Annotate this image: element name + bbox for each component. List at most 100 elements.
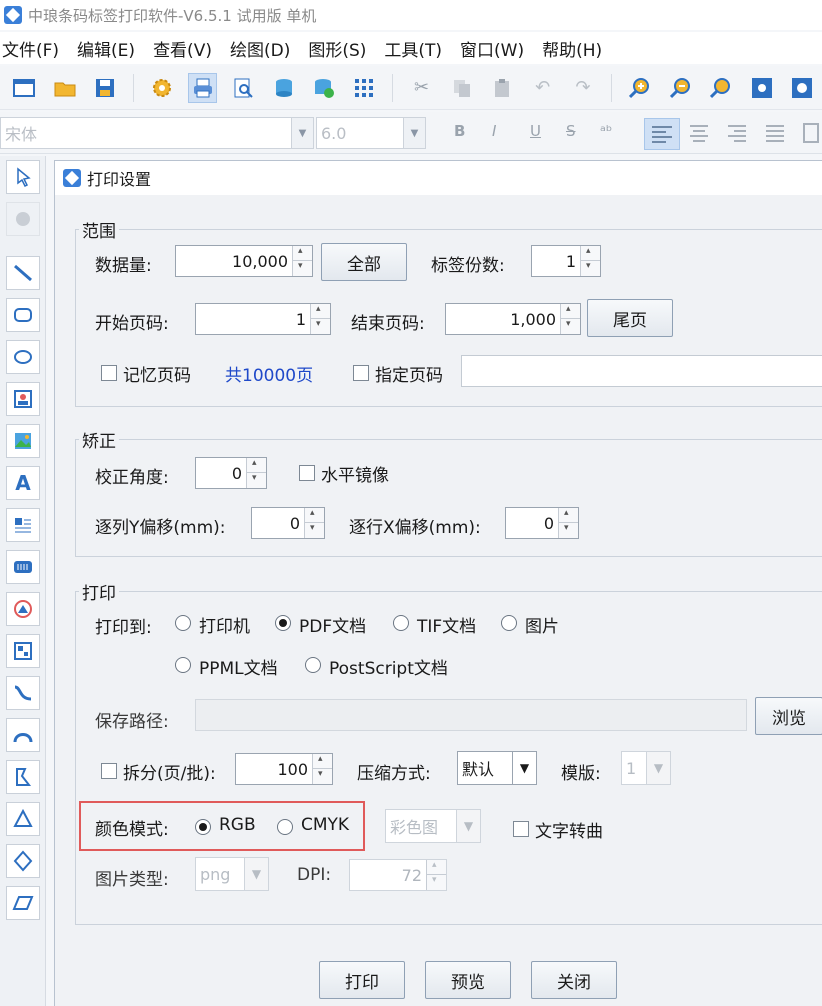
picture-tool-icon[interactable] xyxy=(6,424,40,458)
target-image-radio[interactable] xyxy=(501,615,517,631)
angle-stepper[interactable]: 0 xyxy=(195,457,267,489)
qrcode-tool-icon[interactable] xyxy=(6,634,40,668)
strikethrough-button[interactable]: S xyxy=(566,122,576,140)
shape-tool-icon[interactable] xyxy=(6,592,40,626)
text-tool-icon[interactable]: A xyxy=(6,466,40,500)
zoom-icon[interactable] xyxy=(707,73,735,103)
chevron-down-icon[interactable]: ▼ xyxy=(512,752,536,784)
remember-page-checkbox[interactable] xyxy=(101,365,117,381)
chevron-down-icon[interactable]: ▼ xyxy=(646,752,670,784)
print-preview-icon[interactable] xyxy=(229,73,257,103)
spin-arrows-icon[interactable] xyxy=(312,754,332,784)
redo-icon[interactable]: ↷ xyxy=(569,73,597,103)
spin-arrows-icon[interactable] xyxy=(304,508,324,538)
chevron-down-icon[interactable]: ▼ xyxy=(291,118,313,148)
rounded-rect-tool-icon[interactable] xyxy=(6,298,40,332)
fit-page-icon[interactable] xyxy=(747,73,775,103)
paste-icon[interactable] xyxy=(488,73,516,103)
color-image-select[interactable]: 彩色图 ▼ xyxy=(385,809,481,843)
barcode-tool-icon[interactable] xyxy=(6,550,40,584)
save-icon[interactable] xyxy=(91,73,119,103)
start-page-stepper[interactable]: 1 xyxy=(195,303,331,335)
data-count-stepper[interactable]: 10,000 xyxy=(175,245,313,277)
preview-button[interactable]: 预览 xyxy=(425,961,511,999)
zoom-out-icon[interactable] xyxy=(667,73,695,103)
line-tool-icon[interactable] xyxy=(6,256,40,290)
menu-view[interactable]: 查看(V) xyxy=(153,36,212,61)
spin-arrows-icon[interactable] xyxy=(558,508,578,538)
triangle-tool-icon[interactable] xyxy=(6,802,40,836)
close-button[interactable]: 关闭 xyxy=(531,961,617,999)
color-mode-cmyk-radio[interactable] xyxy=(277,819,293,835)
specify-page-checkbox[interactable] xyxy=(353,365,369,381)
all-button[interactable]: 全部 xyxy=(321,243,407,281)
font-size-combo[interactable]: 6.0 ▼ xyxy=(316,117,426,149)
y-offset-stepper[interactable]: 0 xyxy=(251,507,325,539)
ellipse-tool-icon[interactable] xyxy=(6,340,40,374)
menu-edit[interactable]: 编辑(E) xyxy=(77,36,135,61)
align-left-icon[interactable] xyxy=(644,118,680,150)
image-type-select[interactable]: png ▼ xyxy=(195,857,269,891)
polygon-tool-icon[interactable] xyxy=(6,760,40,794)
align-center-icon[interactable] xyxy=(684,118,716,150)
cut-icon[interactable]: ✂ xyxy=(407,73,435,103)
char-spacing-icon[interactable]: ᵃᵇ xyxy=(600,122,612,140)
zoom-in-icon[interactable] xyxy=(626,73,654,103)
rotate-icon[interactable] xyxy=(6,202,40,236)
new-window-icon[interactable] xyxy=(10,73,38,103)
print-button[interactable]: 打印 xyxy=(319,961,405,999)
chevron-down-icon[interactable]: ▼ xyxy=(403,118,425,148)
last-page-button[interactable]: 尾页 xyxy=(587,299,673,337)
menu-draw[interactable]: 绘图(D) xyxy=(230,36,290,61)
font-family-combo[interactable]: 宋体 ▼ xyxy=(0,117,314,149)
copy-icon[interactable] xyxy=(448,73,476,103)
parallelogram-tool-icon[interactable] xyxy=(6,886,40,920)
underline-button[interactable]: U xyxy=(530,122,541,140)
italic-button[interactable]: I xyxy=(492,122,496,140)
spin-arrows-icon[interactable] xyxy=(246,458,266,488)
curve-tool-icon[interactable] xyxy=(6,676,40,710)
split-checkbox[interactable] xyxy=(101,763,117,779)
actual-size-icon[interactable] xyxy=(788,73,816,103)
x-offset-stepper[interactable]: 0 xyxy=(505,507,579,539)
spin-arrows-icon[interactable] xyxy=(426,860,446,890)
menu-tools[interactable]: 工具(T) xyxy=(384,36,442,61)
diamond-tool-icon[interactable] xyxy=(6,844,40,878)
menu-window[interactable]: 窗口(W) xyxy=(460,36,524,61)
end-page-stepper[interactable]: 1,000 xyxy=(445,303,581,335)
database-icon[interactable] xyxy=(269,73,297,103)
color-mode-rgb-radio[interactable] xyxy=(195,819,211,835)
chevron-down-icon[interactable]: ▼ xyxy=(456,810,480,842)
save-path-input[interactable] xyxy=(195,699,747,731)
specify-page-input[interactable] xyxy=(461,355,822,387)
grid-icon[interactable] xyxy=(350,73,378,103)
undo-icon[interactable]: ↶ xyxy=(529,73,557,103)
split-stepper[interactable]: 100 xyxy=(235,753,333,785)
copies-stepper[interactable]: 1 xyxy=(531,245,601,277)
menu-file[interactable]: 文件(F) xyxy=(2,36,59,61)
barcode-text-tool-icon[interactable] xyxy=(6,508,40,542)
align-justify-icon[interactable] xyxy=(760,118,792,150)
spin-arrows-icon[interactable] xyxy=(580,246,600,276)
spin-arrows-icon[interactable] xyxy=(310,304,330,334)
open-folder-icon[interactable] xyxy=(50,73,78,103)
select-pointer-icon[interactable] xyxy=(6,160,40,194)
image-tool-icon[interactable] xyxy=(6,382,40,416)
spin-arrows-icon[interactable] xyxy=(560,304,580,334)
template-select[interactable]: 1 ▼ xyxy=(621,751,671,785)
browse-button[interactable]: 浏览 xyxy=(755,697,822,735)
align-right-icon[interactable] xyxy=(722,118,754,150)
target-tif-radio[interactable] xyxy=(393,615,409,631)
menu-shape[interactable]: 图形(S) xyxy=(308,36,366,61)
bold-button[interactable]: B xyxy=(454,122,465,140)
distribute-icon[interactable] xyxy=(800,118,822,150)
dpi-stepper[interactable]: 72 xyxy=(349,859,447,891)
horizontal-mirror-checkbox[interactable] xyxy=(299,465,315,481)
settings-gear-icon[interactable] xyxy=(148,73,176,103)
arc-tool-icon[interactable] xyxy=(6,718,40,752)
database-link-icon[interactable] xyxy=(310,73,338,103)
compression-select[interactable]: 默认 ▼ xyxy=(457,751,537,785)
text-to-curve-checkbox[interactable] xyxy=(513,821,529,837)
chevron-down-icon[interactable]: ▼ xyxy=(244,858,268,890)
print-icon[interactable] xyxy=(188,72,217,103)
